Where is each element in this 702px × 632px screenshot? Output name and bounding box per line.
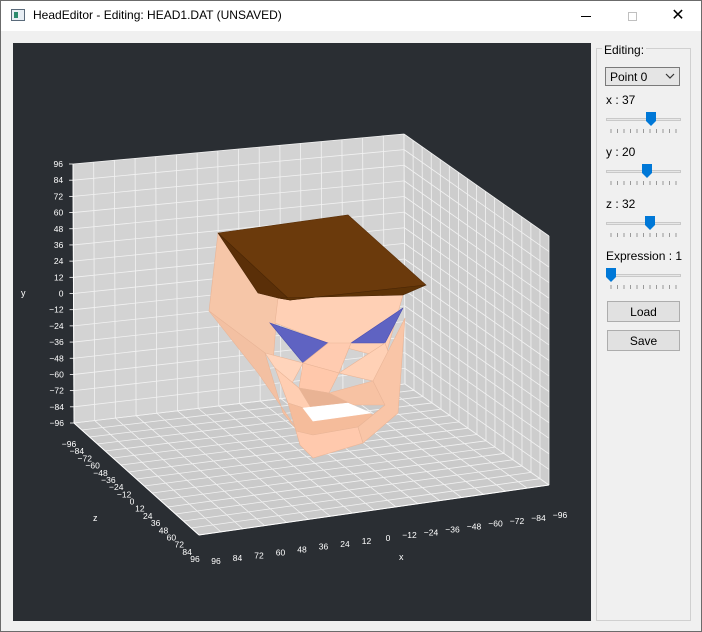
- x-tick-label: −72: [510, 516, 525, 526]
- x-tick-label: −96: [553, 510, 568, 520]
- minimize-button[interactable]: [563, 1, 609, 31]
- y-tick-label: 12: [54, 272, 64, 282]
- y-tick-label: 0: [59, 289, 64, 299]
- z-tick-label: 0: [130, 497, 135, 507]
- chevron-down-icon: [665, 73, 675, 79]
- y-axis-label: y: [21, 288, 26, 298]
- y-tick-label: 24: [54, 256, 64, 266]
- x-slider-label: x : 37: [606, 93, 636, 107]
- expression-slider[interactable]: [606, 268, 681, 290]
- x-tick-label: 0: [386, 533, 391, 543]
- x-tick-label: −60: [488, 519, 503, 529]
- 3d-head-viewport[interactable]: 96 84 72 60 48 36 24 12 0 −12 −24 −36 −48 −60 −72 −84 −9…: [13, 43, 591, 621]
- slider-ticks: [610, 285, 677, 289]
- y-tick-label: −12: [49, 305, 64, 315]
- x-tick-label: 24: [340, 539, 350, 549]
- z-axis-label: z: [93, 513, 98, 523]
- y-tick-label: 60: [54, 208, 64, 218]
- x-tick-label: −36: [445, 524, 460, 534]
- slider-groove: [606, 118, 681, 121]
- x-tick-label: 96: [211, 556, 221, 566]
- x-tick-label: −24: [424, 527, 439, 537]
- close-icon: ✕: [671, 7, 685, 24]
- slider-ticks: [610, 181, 677, 185]
- close-button[interactable]: ✕: [655, 1, 701, 31]
- maximize-button[interactable]: [609, 1, 655, 31]
- expression-slider-label: Expression : 1: [606, 249, 683, 263]
- x-tick-label: 12: [362, 536, 372, 546]
- slider-ticks: [610, 129, 677, 133]
- z-slider[interactable]: [606, 216, 681, 238]
- y-tick-label: −24: [49, 321, 64, 331]
- x-tick-label: 72: [254, 550, 264, 560]
- app-window: HeadEditor - Editing: HEAD1.DAT (UNSAVED…: [0, 0, 702, 632]
- save-button[interactable]: Save: [607, 330, 680, 351]
- y-tick-label: −36: [49, 337, 64, 347]
- slider-handle[interactable]: [645, 216, 655, 230]
- x-tick-label: −12: [402, 530, 417, 540]
- y-tick-label: 48: [54, 224, 64, 234]
- y-tick-label: 84: [54, 175, 64, 185]
- z-slider-label: z : 32: [606, 197, 636, 211]
- y-slider[interactable]: [606, 164, 681, 186]
- z-tick-label: 96: [190, 554, 200, 564]
- y-tick-label: 96: [54, 159, 64, 169]
- x-tick-label: −48: [467, 522, 482, 532]
- window-title: HeadEditor - Editing: HEAD1.DAT (UNSAVED…: [33, 8, 282, 22]
- editing-group-label: Editing:: [602, 43, 647, 57]
- slider-handle[interactable]: [646, 112, 657, 126]
- y-tick-label: 36: [54, 240, 64, 250]
- y-tick-label: 72: [54, 191, 64, 201]
- y-tick-label: −96: [50, 418, 65, 428]
- title-bar[interactable]: HeadEditor - Editing: HEAD1.DAT (UNSAVED…: [1, 1, 701, 31]
- x-tick-label: 60: [276, 547, 286, 557]
- app-icon: [11, 9, 25, 21]
- y-tick-label: −48: [49, 353, 64, 363]
- maximize-icon: [627, 11, 637, 21]
- 3d-plot-canvas[interactable]: 96 84 72 60 48 36 24 12 0 −12 −24 −36 −48 −60 −72 −84 −9…: [13, 43, 591, 621]
- y-tick-label: −60: [49, 369, 64, 379]
- slider-handle[interactable]: [606, 268, 616, 282]
- point-select-value: Point 0: [610, 70, 648, 84]
- x-tick-label: 84: [233, 553, 243, 563]
- x-slider[interactable]: [606, 112, 681, 134]
- point-select[interactable]: Point 0: [605, 67, 680, 86]
- x-tick-label: −84: [531, 513, 546, 523]
- x-axis-label: x: [399, 552, 404, 562]
- minimize-icon: [581, 15, 591, 17]
- load-button[interactable]: Load: [607, 301, 680, 322]
- y-tick-label: −84: [50, 402, 65, 412]
- x-tick-label: 48: [297, 545, 307, 555]
- x-tick-label: 36: [319, 542, 329, 552]
- slider-ticks: [610, 233, 677, 237]
- slider-groove: [606, 222, 681, 225]
- y-slider-label: y : 20: [606, 145, 636, 159]
- slider-groove: [606, 274, 681, 277]
- slider-handle[interactable]: [641, 164, 652, 178]
- y-tick-label: −72: [49, 386, 64, 396]
